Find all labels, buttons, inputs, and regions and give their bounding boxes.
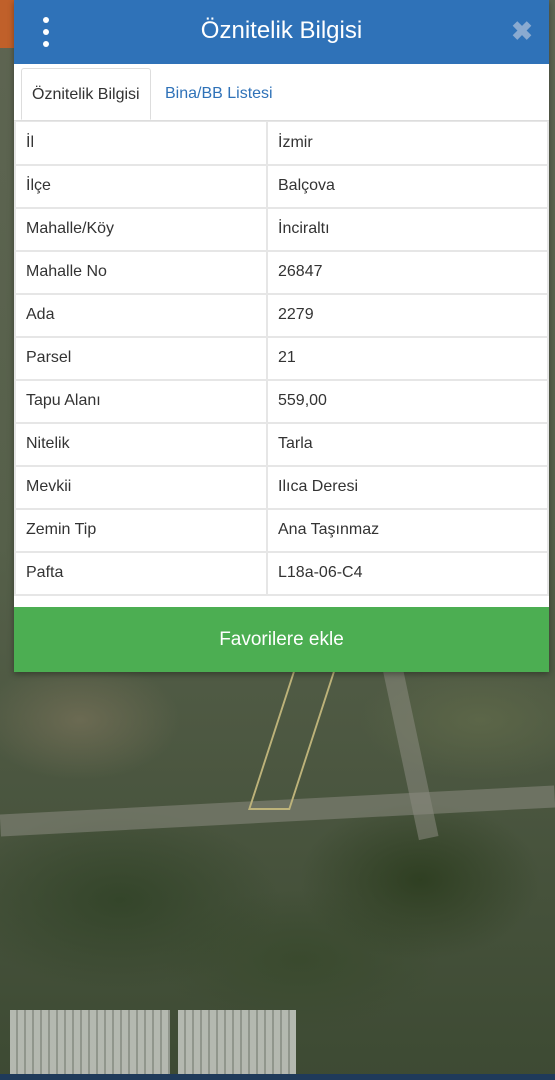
- attribute-key: Mevkii: [14, 464, 268, 510]
- close-icon[interactable]: ✖: [511, 18, 533, 44]
- dialog-header: Öznitelik Bilgisi ✖: [14, 0, 549, 64]
- table-row: Zemin Tip Ana Taşınmaz: [14, 507, 549, 553]
- tab-bar: Öznitelik Bilgisi Bina/BB Listesi: [14, 64, 549, 121]
- table-row: İlçe Balçova: [14, 163, 549, 209]
- table-row: Pafta L18a-06-C4: [14, 550, 549, 596]
- attribute-key: Nitelik: [14, 421, 268, 467]
- add-to-favorites-button[interactable]: Favorilere ekle: [14, 607, 549, 672]
- table-row: Parsel 21: [14, 335, 549, 381]
- greenhouse: [10, 1010, 170, 1074]
- attribute-key: Parsel: [14, 335, 268, 381]
- attribute-key: Mahalle/Köy: [14, 206, 268, 252]
- attribute-value: 26847: [266, 249, 549, 295]
- attribute-value: Balçova: [266, 163, 549, 209]
- map-bottom-bar: [0, 1074, 555, 1080]
- table-row: Mahalle No 26847: [14, 249, 549, 295]
- attribute-value: L18a-06-C4: [266, 550, 549, 596]
- attribute-value: Tarla: [266, 421, 549, 467]
- dialog-title: Öznitelik Bilgisi: [200, 17, 363, 44]
- attribute-dialog: Öznitelik Bilgisi ✖ Öznitelik Bilgisi Bi…: [14, 0, 549, 672]
- table-row: İl İzmir: [14, 121, 549, 166]
- table-row: Nitelik Tarla: [14, 421, 549, 467]
- attribute-table: İl İzmir İlçe Balçova Mahalle/Köy İnciraltı…: [14, 121, 549, 596]
- attribute-value: Ana Taşınmaz: [266, 507, 549, 553]
- attribute-key: İlçe: [14, 163, 268, 209]
- attribute-value: Ilıca Deresi: [266, 464, 549, 510]
- table-row: Mahalle/Köy İnciraltı: [14, 206, 549, 252]
- parcel-outline[interactable]: [248, 650, 342, 810]
- attribute-key: Zemin Tip: [14, 507, 268, 553]
- attribute-key: Ada: [14, 292, 268, 338]
- map-edge: [0, 0, 14, 48]
- attribute-value: İnciraltı: [266, 206, 549, 252]
- table-row: Tapu Alanı 559,00: [14, 378, 549, 424]
- attribute-key: Mahalle No: [14, 249, 268, 295]
- table-row: Mevkii Ilıca Deresi: [14, 464, 549, 510]
- greenhouse: [178, 1010, 296, 1074]
- attribute-key: Tapu Alanı: [14, 378, 268, 424]
- tab-attributes[interactable]: Öznitelik Bilgisi: [21, 68, 151, 120]
- table-row: Ada 2279: [14, 292, 549, 338]
- attribute-value: 21: [266, 335, 549, 381]
- tab-building-list[interactable]: Bina/BB Listesi: [155, 68, 283, 119]
- attribute-key: İl: [14, 121, 268, 166]
- attribute-value: 559,00: [266, 378, 549, 424]
- attribute-value: 2279: [266, 292, 549, 338]
- attribute-value: İzmir: [266, 121, 549, 166]
- attribute-key: Pafta: [14, 550, 268, 596]
